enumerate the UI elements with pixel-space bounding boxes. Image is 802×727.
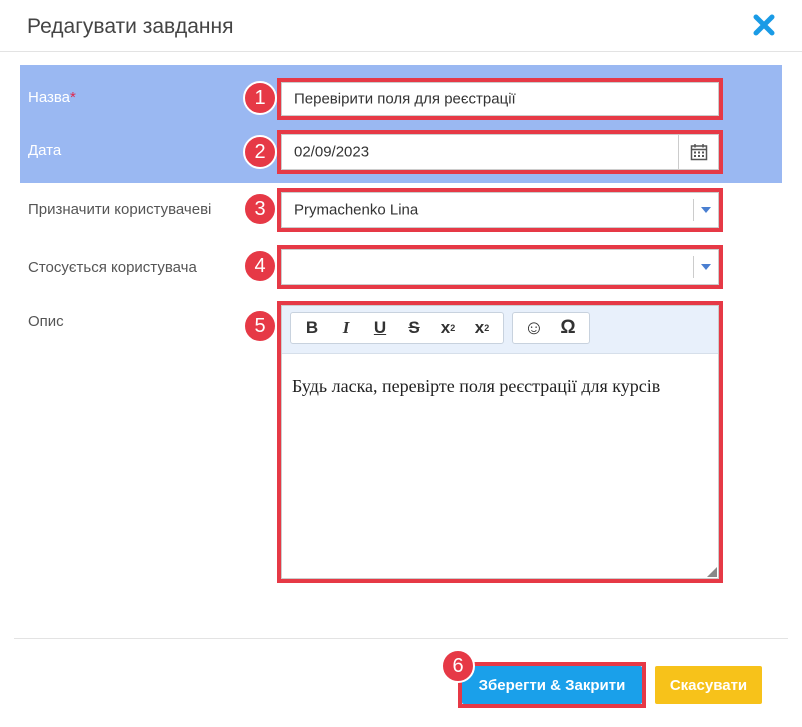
editor-toolbar: B I U S x2 x2 ☺ Ω: [282, 306, 718, 354]
superscript-button[interactable]: x2: [465, 314, 499, 342]
name-input-value: Перевірити поля для реєстрації: [294, 90, 516, 108]
save-close-button[interactable]: Зберегти & Закрити: [462, 666, 642, 704]
assign-user-label: Призначити користувачеві: [28, 201, 212, 218]
description-editor[interactable]: B I U S x2 x2 ☺ Ω Будь ласка, перевірте …: [281, 305, 719, 579]
dialog-title: Редагувати завдання: [27, 15, 234, 38]
underline-button[interactable]: U: [363, 314, 397, 342]
chevron-down-icon[interactable]: [701, 207, 711, 213]
bold-button[interactable]: B: [295, 314, 329, 342]
subscript-button[interactable]: x2: [431, 314, 465, 342]
date-input[interactable]: 02/09/2023: [281, 134, 719, 170]
format-button-group: B I U S x2 x2: [290, 312, 504, 344]
calendar-icon[interactable]: [678, 135, 718, 169]
resize-handle-icon[interactable]: [707, 567, 717, 577]
date-label: Дата: [28, 142, 62, 159]
annotation-badge-3: 3: [243, 192, 277, 226]
description-content[interactable]: Будь ласка, перевірте поля реєстрації дл…: [292, 376, 660, 397]
name-input[interactable]: Перевірити поля для реєстрації: [281, 82, 719, 116]
chevron-down-icon[interactable]: [701, 264, 711, 270]
footer-divider: [14, 638, 788, 639]
annotation-badge-1: 1: [243, 81, 277, 115]
annotation-badge-5: 5: [243, 309, 277, 343]
italic-button[interactable]: I: [329, 314, 363, 342]
assign-user-select[interactable]: Prymachenko Lina: [281, 192, 719, 228]
cancel-button[interactable]: Скасувати: [655, 666, 762, 704]
description-label: Опис: [28, 313, 64, 330]
annotation-badge-2: 2: [243, 135, 277, 169]
insert-button-group: ☺ Ω: [512, 312, 590, 344]
related-user-label: Стосується користувача: [28, 259, 197, 276]
special-character-icon[interactable]: Ω: [551, 314, 585, 342]
annotation-badge-6: 6: [441, 649, 475, 683]
date-input-value: 02/09/2023: [294, 143, 370, 161]
emoji-icon[interactable]: ☺: [517, 314, 551, 342]
assign-user-value: Prymachenko Lina: [294, 201, 419, 219]
related-user-select[interactable]: [281, 249, 719, 285]
name-label: Назва*: [28, 89, 76, 106]
dialog-header: Редагувати завдання: [0, 0, 802, 52]
close-icon[interactable]: [750, 11, 778, 39]
strikethrough-button[interactable]: S: [397, 314, 431, 342]
annotation-badge-4: 4: [243, 249, 277, 283]
